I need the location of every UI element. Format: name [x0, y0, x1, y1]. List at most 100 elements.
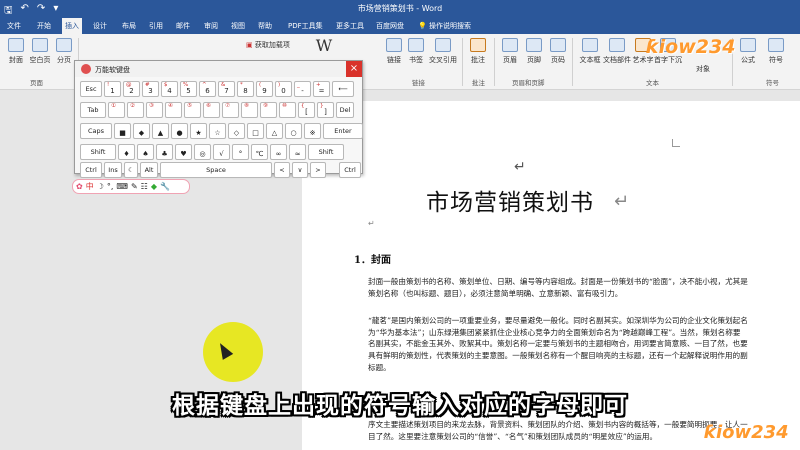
- symbol-key[interactable]: % 5: [180, 81, 197, 97]
- cover-page-button[interactable]: 封面: [4, 38, 28, 65]
- symbol-key[interactable]: ☆: [209, 123, 226, 139]
- symbol-key[interactable]: (9: [256, 81, 273, 97]
- key-del[interactable]: Del: [336, 102, 354, 118]
- symbol-key[interactable]: ^ 6: [199, 81, 216, 97]
- page-break-button[interactable]: 分页: [52, 38, 76, 65]
- symbol-key[interactable]: @2: [123, 81, 140, 97]
- symbol-key[interactable]: □: [247, 123, 264, 139]
- tab-file[interactable]: 文件: [4, 18, 24, 34]
- key-enter[interactable]: Enter: [323, 123, 363, 139]
- key-[interactable]: >: [310, 162, 326, 178]
- settings-icon[interactable]: 🔧: [160, 182, 170, 191]
- textbox-button[interactable]: 文本框: [576, 38, 604, 65]
- symbol-key[interactable]: ) 0: [275, 81, 292, 97]
- symbol-key[interactable]: ○: [285, 123, 302, 139]
- link-button[interactable]: 链接: [382, 38, 406, 65]
- symbol-key[interactable]: #3: [142, 81, 159, 97]
- symbol-key[interactable]: _ -: [294, 81, 311, 97]
- key-tab[interactable]: Tab: [80, 102, 106, 118]
- tab-mailings[interactable]: 邮件: [173, 18, 193, 34]
- symbol-key[interactable]: ◇: [228, 123, 245, 139]
- symbol-key[interactable]: ∞: [270, 144, 287, 160]
- symbol-key[interactable]: ♠: [137, 144, 154, 160]
- symbol-key[interactable]: ♦: [118, 144, 135, 160]
- tab-references[interactable]: 引用: [146, 18, 166, 34]
- symbol-key[interactable]: ⑥: [203, 102, 220, 118]
- footer-button[interactable]: 页脚: [522, 38, 546, 65]
- symbol-button[interactable]: 符号: [764, 38, 788, 65]
- symbol-key[interactable]: }]: [317, 102, 334, 118]
- tab-insert[interactable]: 插入: [62, 18, 82, 34]
- symbol-key[interactable]: ④: [165, 102, 182, 118]
- handwriting-icon[interactable]: ✎: [131, 182, 138, 191]
- tab-design[interactable]: 设计: [90, 18, 110, 34]
- symbol-key[interactable]: * 8: [237, 81, 254, 97]
- tab-baidu[interactable]: 百度网盘: [373, 18, 407, 34]
- punctuation-icon[interactable]: °,: [107, 182, 114, 191]
- ime-logo-icon[interactable]: ✿: [76, 182, 83, 191]
- symbol-key[interactable]: & 7: [218, 81, 235, 97]
- object-button[interactable]: 对象: [690, 64, 716, 74]
- key-esc[interactable]: Esc: [80, 81, 102, 97]
- symbol-key[interactable]: $4: [161, 81, 178, 97]
- symbol-key[interactable]: ●: [171, 123, 188, 139]
- header-button[interactable]: 页眉: [498, 38, 522, 65]
- symbol-key[interactable]: ①: [108, 102, 125, 118]
- symbol-key[interactable]: ⑨: [260, 102, 277, 118]
- page-number-button[interactable]: 页码: [546, 38, 570, 65]
- get-addins-button[interactable]: ▣ 获取加载项: [246, 40, 302, 50]
- symbol-key[interactable]: ◆: [133, 123, 150, 139]
- symbol-key[interactable]: ♥: [175, 144, 192, 160]
- chinese-mode-toggle[interactable]: 中: [86, 181, 94, 192]
- key-shift[interactable]: Shift: [80, 144, 116, 160]
- tab-help[interactable]: 帮助: [255, 18, 275, 34]
- key-ctrl[interactable]: Ctrl: [339, 162, 361, 178]
- tab-view[interactable]: 视图: [228, 18, 248, 34]
- keyboard-icon[interactable]: ⌨: [116, 182, 128, 191]
- quick-parts-button[interactable]: 文档部件: [602, 38, 632, 65]
- key-space[interactable]: Space: [160, 162, 272, 178]
- cross-ref-button[interactable]: 交叉引用: [428, 38, 458, 65]
- ime-toolbar[interactable]: ✿ 中 ☽ °, ⌨ ✎ ☷ ◆ 🔧: [72, 179, 190, 194]
- symbol-key[interactable]: + =: [313, 81, 330, 97]
- symbol-key[interactable]: △: [266, 123, 283, 139]
- symbol-key[interactable]: ②: [127, 102, 144, 118]
- key-[interactable]: <: [274, 162, 290, 178]
- bookmark-button[interactable]: 书签: [404, 38, 428, 65]
- toolbox-icon[interactable]: ☷: [141, 182, 148, 191]
- symbol-key[interactable]: ※: [304, 123, 321, 139]
- symbol-key[interactable]: ! 1: [104, 81, 121, 97]
- key-caps[interactable]: Caps: [80, 123, 112, 139]
- tab-home[interactable]: 开始: [34, 18, 54, 34]
- tell-me-search[interactable]: 💡 操作说明搜索: [415, 18, 474, 34]
- symbol-key[interactable]: ℃: [251, 144, 268, 160]
- symbol-key[interactable]: ■: [114, 123, 131, 139]
- half-width-icon[interactable]: ☽: [97, 182, 104, 191]
- symbol-key[interactable]: °: [232, 144, 249, 160]
- key-ctrl[interactable]: Ctrl: [80, 162, 102, 178]
- equation-button[interactable]: 公式: [736, 38, 760, 65]
- comment-button[interactable]: 批注: [466, 38, 490, 65]
- tab-pdf[interactable]: PDF工具集: [285, 18, 326, 34]
- symbol-key[interactable]: √: [213, 144, 230, 160]
- key-[interactable]: ∨: [292, 162, 308, 178]
- key-ins[interactable]: Ins: [104, 162, 122, 178]
- symbol-key[interactable]: ③: [146, 102, 163, 118]
- symbol-key[interactable]: ▲: [152, 123, 169, 139]
- blank-page-button[interactable]: 空白页: [28, 38, 52, 65]
- tab-review[interactable]: 审阅: [201, 18, 221, 34]
- key-[interactable]: ⟵: [332, 81, 354, 97]
- tab-more-tools[interactable]: 更多工具: [333, 18, 367, 34]
- symbol-key[interactable]: ⑩: [279, 102, 296, 118]
- symbol-key[interactable]: ◎: [194, 144, 211, 160]
- key-alt[interactable]: Alt: [140, 162, 158, 178]
- symbol-key[interactable]: ⑧: [241, 102, 258, 118]
- soft-keyboard-window[interactable]: 万能软键盘 × Esc ! 1 @2 #3 $4% 5 ^ 6 & 7 * 8(9) 0 _ - + = ⟵ Tab ①…: [74, 60, 363, 178]
- symbol-key[interactable]: ⑤: [184, 102, 201, 118]
- wikipedia-button[interactable]: W: [312, 36, 336, 55]
- symbol-key[interactable]: ♣: [156, 144, 173, 160]
- symbol-key[interactable]: ≈: [289, 144, 306, 160]
- tab-layout[interactable]: 布局: [119, 18, 139, 34]
- symbol-key[interactable]: ★: [190, 123, 207, 139]
- soft-keyboard-header[interactable]: 万能软键盘 ×: [75, 61, 362, 77]
